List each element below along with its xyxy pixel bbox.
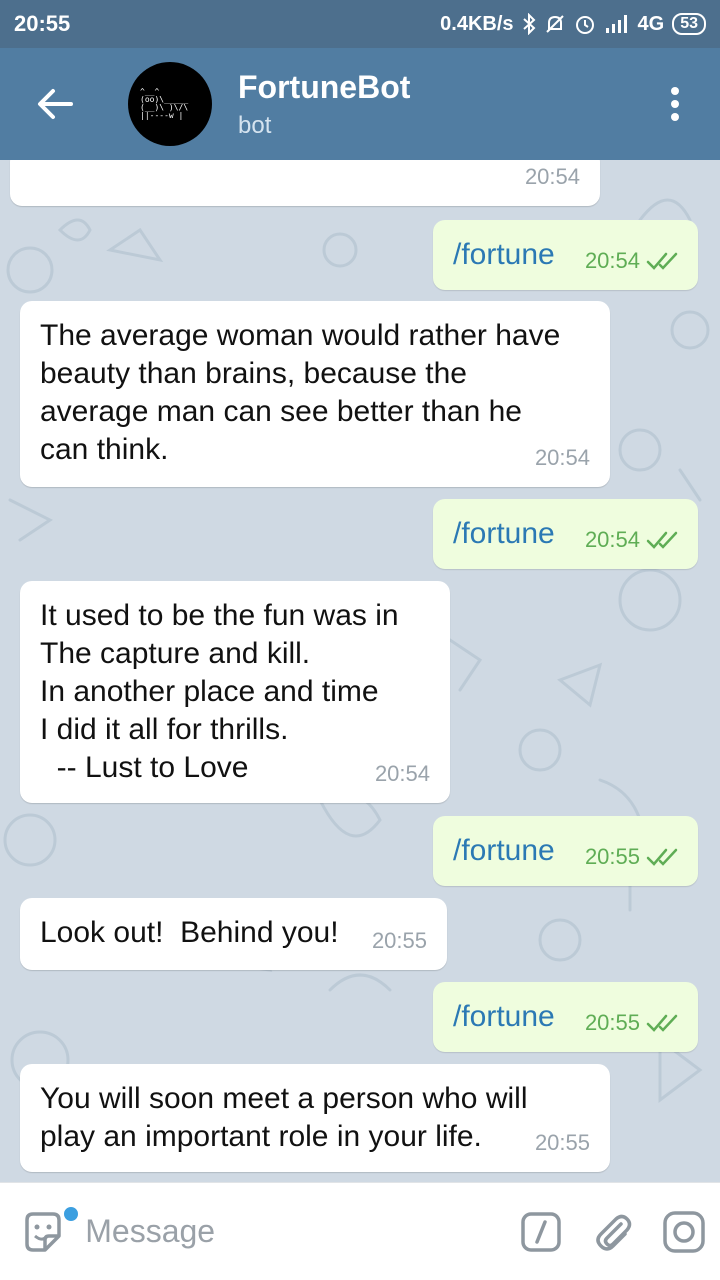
- message-text: You will soon meet a person who will pla…: [40, 1082, 528, 1153]
- message-time-text: 20:55: [371, 928, 427, 953]
- double-check-icon: [646, 848, 678, 866]
- incoming-message[interactable]: Look out! Behind you! 20:55: [20, 898, 447, 970]
- message-time-text: 20:54: [534, 445, 590, 470]
- outgoing-message[interactable]: /fortune 20:55: [433, 982, 698, 1052]
- message-time: 20:54: [535, 439, 590, 477]
- status-time: 20:55: [14, 11, 71, 36]
- message-time-text: 20:54: [524, 164, 580, 189]
- message-time-text: 20:54: [584, 527, 640, 552]
- camera-button[interactable]: [648, 1183, 720, 1280]
- message-time: 20:55: [585, 838, 680, 876]
- chat-area[interactable]: 20:54/fortune 20:54 The average woman woul…: [0, 160, 720, 1182]
- message-time-text: 20:55: [584, 1010, 640, 1035]
- camera-icon: [663, 1210, 705, 1253]
- more-vertical-icon: [671, 87, 679, 121]
- net-speed: 0.4KB/s: [440, 12, 514, 35]
- message-time: 20:54: [585, 242, 680, 280]
- message-time-text: 20:54: [584, 248, 640, 273]
- bluetooth-icon: [522, 13, 536, 35]
- message-time: 20:54: [525, 160, 580, 196]
- signal-icon: [604, 14, 630, 34]
- bot-command-button[interactable]: [505, 1183, 577, 1280]
- arrow-left-icon: [38, 89, 73, 119]
- message-time: 20:54: [375, 755, 430, 793]
- incoming-message[interactable]: 20:54: [10, 160, 600, 206]
- message-time-text: 20:55: [534, 1130, 590, 1155]
- message-time: 20:55: [372, 922, 427, 960]
- message-input[interactable]: [85, 1213, 506, 1250]
- chat-header: ^__^ (oo)\_____ (__)\ )\/\ ||----w | For…: [0, 48, 720, 160]
- status-icons: 0.4KB/s 4G 53: [440, 13, 706, 36]
- mute-icon: [544, 13, 566, 35]
- incoming-message[interactable]: You will soon meet a person who will pla…: [20, 1064, 610, 1172]
- incoming-message[interactable]: The average woman would rather have beau…: [20, 301, 610, 487]
- slash-command-icon: [521, 1211, 561, 1252]
- ascii-cow-avatar-icon: ^__^ (oo)\_____ (__)\ )\/\ ||----w |: [140, 87, 188, 120]
- paperclip-icon: [595, 1214, 631, 1251]
- more-options-button[interactable]: [630, 48, 720, 160]
- message-text: Look out! Behind you!: [40, 916, 339, 949]
- message-time-text: 20:54: [374, 761, 430, 786]
- incoming-message[interactable]: It used to be the fun was in The capture…: [20, 581, 450, 803]
- message-text: The average woman would rather have beau…: [40, 319, 561, 466]
- battery-indicator: 53: [672, 13, 706, 35]
- svg-text:||----w |: ||----w |: [140, 111, 183, 120]
- double-check-icon: [646, 1014, 678, 1032]
- message-time: 20:54: [585, 521, 680, 559]
- double-check-icon: [646, 252, 678, 270]
- double-check-icon: [646, 531, 678, 549]
- message-time: 20:55: [585, 1004, 680, 1042]
- message-time: 20:55: [535, 1124, 590, 1162]
- sticker-button[interactable]: [0, 1183, 85, 1280]
- message-input-bar: [0, 1182, 720, 1280]
- network-type: 4G: [637, 12, 665, 35]
- outgoing-message[interactable]: /fortune 20:54: [433, 220, 698, 290]
- chat-title-block[interactable]: FortuneBot bot: [238, 69, 410, 140]
- outgoing-message[interactable]: /fortune 20:55: [433, 816, 698, 886]
- attach-button[interactable]: [577, 1183, 649, 1280]
- chat-title: FortuneBot: [238, 68, 411, 105]
- outgoing-message[interactable]: /fortune 20:54: [433, 499, 698, 569]
- chat-subtitle: bot: [238, 111, 272, 139]
- status-bar: 20:55 0.4KB/s 4G 53: [0, 0, 720, 48]
- avatar[interactable]: ^__^ (oo)\_____ (__)\ )\/\ ||----w |: [128, 62, 212, 146]
- sticker-notification-dot: [62, 1204, 80, 1223]
- message-text: It used to be the fun was in The capture…: [40, 599, 399, 784]
- sticker-icon: [24, 1211, 61, 1252]
- back-button[interactable]: [0, 48, 110, 160]
- message-time-text: 20:55: [584, 844, 640, 869]
- alarm-icon: [574, 13, 596, 35]
